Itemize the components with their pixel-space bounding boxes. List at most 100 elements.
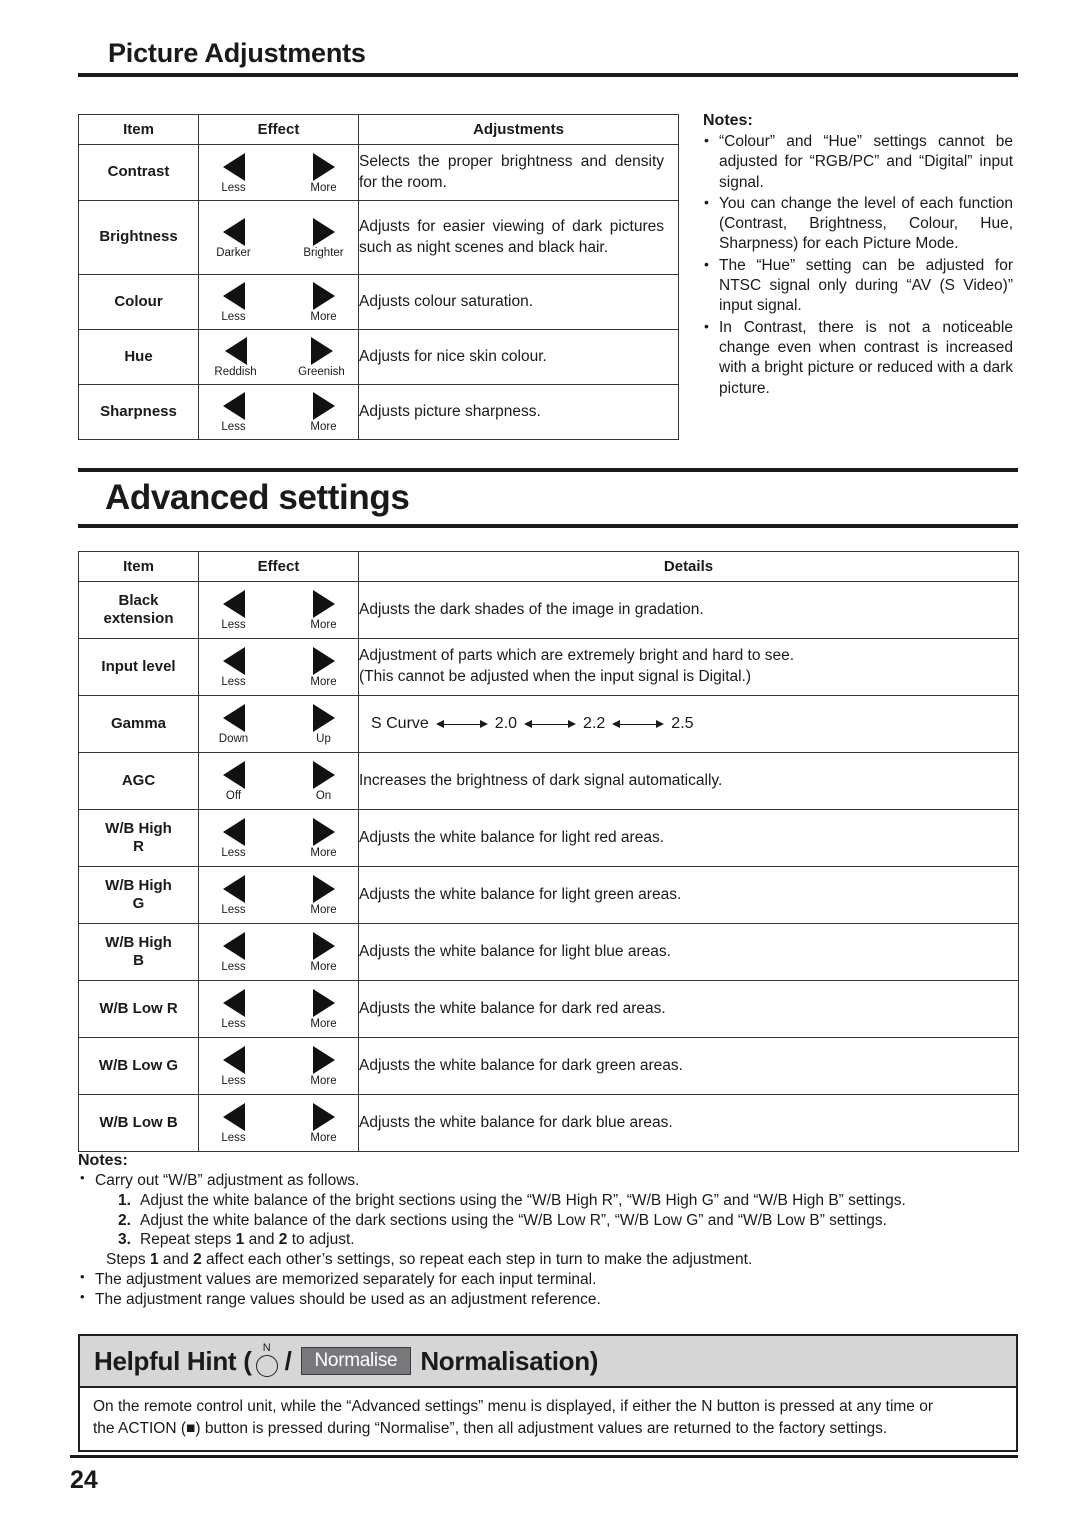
effect-cell-wb-high-b: Less More xyxy=(198,923,359,981)
decrease-arrow-group[interactable]: Down xyxy=(206,704,262,746)
increase-arrow-group[interactable]: Up xyxy=(296,704,352,746)
arrow-right-icon xyxy=(312,932,335,961)
increase-arrow-group[interactable]: Brighter xyxy=(296,217,352,260)
row-detail-wb-low-r: Adjusts the white balance for dark red a… xyxy=(358,980,1019,1038)
note-item: Carry out “W/B” adjustment as follows. xyxy=(78,1170,1018,1191)
decrease-arrow-group[interactable]: Reddish xyxy=(208,337,264,379)
increase-arrow-group[interactable]: On xyxy=(296,761,352,803)
normalise-badge: Normalise xyxy=(300,1346,412,1376)
table-row: Black extension Less More Adjusts the da… xyxy=(78,581,1019,639)
effect-cell-black-extension: Less More xyxy=(198,581,359,639)
row-detail-hue: Adjusts for nice skin colour. xyxy=(358,329,679,385)
table-row: Brightness Darker Brighter Adjusts for e… xyxy=(78,200,679,275)
effect-cell-wb-high-r: Less More xyxy=(198,809,359,867)
row-item-brightness: Brightness xyxy=(78,200,199,275)
decrease-arrow-group[interactable]: Darker xyxy=(206,217,262,260)
manual-page: Picture Adjustments Item Effect Adjustme… xyxy=(0,0,1080,1528)
item-line-1: W/B High xyxy=(105,933,172,951)
advanced-settings-heading: Advanced settings xyxy=(105,478,410,517)
increase-arrow-group[interactable]: More xyxy=(296,875,352,917)
decrease-arrow-group[interactable]: Less xyxy=(206,875,262,917)
decrease-arrow-group[interactable]: Less xyxy=(206,932,262,974)
decrease-arrow-group[interactable]: Less xyxy=(206,392,262,434)
step-ref-1: 1 xyxy=(149,1251,159,1269)
gamma-step-2: 2.2 xyxy=(583,715,606,732)
decrease-arrow-group[interactable]: Less xyxy=(206,590,262,632)
increase-arrow-group[interactable]: More xyxy=(296,1046,352,1088)
table-row: W/B High R Less More Adjusts the white b… xyxy=(78,809,1019,867)
effect-cell-colour: Less More xyxy=(198,274,359,330)
arrow-left-icon xyxy=(222,590,245,619)
notes-title: Notes: xyxy=(78,1152,128,1169)
decrease-arrow-group[interactable]: Off xyxy=(206,761,262,803)
effect-cell-gamma: Down Up xyxy=(198,695,359,753)
decrease-arrow-group[interactable]: Less xyxy=(206,282,262,324)
row-item-wb-low-g: W/B Low G xyxy=(78,1037,199,1095)
decrease-arrow-group[interactable]: Less xyxy=(206,647,262,689)
row-item-agc: AGC xyxy=(78,752,199,810)
summary-text-c: affect each other’s settings, so repeat … xyxy=(201,1251,753,1269)
summary-text-a: Steps xyxy=(106,1251,150,1269)
increase-arrow-group[interactable]: More xyxy=(296,818,352,860)
table-row: W/B Low R Less More Adjusts the white ba… xyxy=(78,980,1019,1038)
table-row: Hue Reddish Greenish Adjusts for nice sk… xyxy=(78,329,679,385)
right-arrow-label: Greenish xyxy=(298,366,345,379)
arrow-left-icon xyxy=(222,217,245,246)
row-detail-brightness: Adjusts for easier viewing of dark pictu… xyxy=(358,200,679,275)
advanced-settings-table: Item Effect Details Black extension Less xyxy=(78,551,1019,1152)
notes-title: Notes: xyxy=(703,112,753,129)
note-item: The “Hue” setting can be adjusted for NT… xyxy=(703,255,1013,317)
right-arrow-label: Brighter xyxy=(303,246,344,259)
left-arrow-label: Less xyxy=(221,1018,246,1031)
note-item: “Colour” and “Hue” settings cannot be ad… xyxy=(703,131,1013,193)
arrow-right-icon xyxy=(312,875,335,904)
decrease-arrow-group[interactable]: Less xyxy=(206,989,262,1031)
increase-arrow-group[interactable]: More xyxy=(296,1103,352,1145)
item-line-2: G xyxy=(132,895,145,912)
left-arrow-label: Less xyxy=(221,847,246,860)
step-text: Adjust the white balance of the dark sec… xyxy=(140,1211,887,1229)
effect-cell-hue: Reddish Greenish xyxy=(198,329,359,385)
circle-icon xyxy=(255,1355,278,1377)
left-arrow-label: Less xyxy=(221,181,246,194)
row-item-wb-high-g: W/B High G xyxy=(78,866,199,924)
arrow-right-icon xyxy=(312,647,335,676)
row-detail-gamma: S Curve 2.0 2.2 2.5 xyxy=(358,695,1019,753)
increase-arrow-group[interactable]: More xyxy=(296,932,352,974)
effect-cell-input-level: Less More xyxy=(198,638,359,696)
increase-arrow-group[interactable]: More xyxy=(296,282,352,324)
arrow-right-icon xyxy=(312,217,335,246)
row-item-black-extension: Black extension xyxy=(78,581,199,639)
row-item-contrast: Contrast xyxy=(78,144,199,201)
increase-arrow-group[interactable]: More xyxy=(296,989,352,1031)
increase-arrow-group[interactable]: More xyxy=(296,152,352,195)
arrow-left-icon xyxy=(222,875,245,904)
arrow-right-icon xyxy=(312,282,335,311)
increase-arrow-group[interactable]: More xyxy=(296,392,352,434)
decrease-arrow-group[interactable]: Less xyxy=(206,152,262,195)
arrow-left-icon xyxy=(222,1103,245,1132)
table-row: Input level Less More Adjustment of part… xyxy=(78,638,1019,696)
right-arrow-label: More xyxy=(310,676,337,689)
page-number: 24 xyxy=(70,1466,98,1494)
item-line-1: W/B High xyxy=(105,819,172,837)
row-item-input-level: Input level xyxy=(78,638,199,696)
decrease-arrow-group[interactable]: Less xyxy=(206,1103,262,1145)
hint-body-line-1: On the remote control unit, while the “A… xyxy=(93,1398,934,1415)
row-detail-wb-high-g: Adjusts the white balance for light gree… xyxy=(358,866,1019,924)
step-text-c: to adjust. xyxy=(287,1231,355,1249)
n-button-label: N xyxy=(262,1342,271,1354)
hint-title-prefix: Helpful Hint ( xyxy=(94,1345,252,1376)
double-arrow-icon xyxy=(612,718,665,730)
increase-arrow-group[interactable]: Greenish xyxy=(294,337,350,379)
increase-arrow-group[interactable]: More xyxy=(296,647,352,689)
decrease-arrow-group[interactable]: Less xyxy=(206,1046,262,1088)
effect-cell-wb-high-g: Less More xyxy=(198,866,359,924)
decrease-arrow-group[interactable]: Less xyxy=(206,818,262,860)
arrow-right-icon xyxy=(312,704,335,733)
gamma-step-3: 2.5 xyxy=(671,715,694,732)
table-row: AGC Off On Increases the brightness of d… xyxy=(78,752,1019,810)
action-square-icon: ■ xyxy=(186,1420,196,1437)
increase-arrow-group[interactable]: More xyxy=(296,590,352,632)
row-item-sharpness: Sharpness xyxy=(78,384,199,440)
